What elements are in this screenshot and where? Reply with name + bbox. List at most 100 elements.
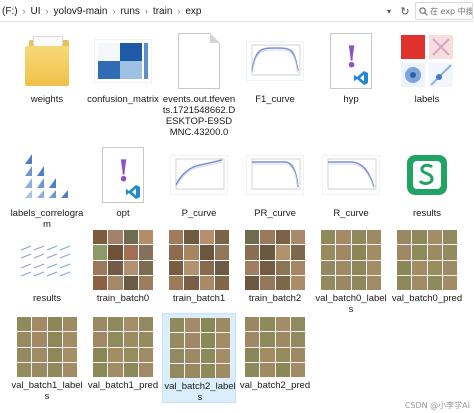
breadcrumb-exp[interactable]: exp [185,6,201,17]
address-bar: (F:) › UI › yolov9-main › runs › train ›… [0,0,474,22]
image-thumbnail [169,230,229,290]
vscode-icon [126,185,140,199]
file-item[interactable]: val_batch2_pred [238,313,312,403]
image-thumbnail [245,145,305,205]
validation-batch-thumbnail [245,317,305,377]
breadcrumb-runs[interactable]: runs [120,6,139,17]
validation-batch-thumbnail [397,230,457,290]
image-thumbnail [93,317,153,377]
validation-batch-thumbnail [170,318,230,378]
breadcrumb-separator: › [112,6,116,16]
breadcrumb-yolov9-main[interactable]: yolov9-main [54,6,108,17]
breadcrumb-train[interactable]: train [153,6,172,17]
yaml-file-icon: ! [93,145,153,205]
file-label: R_curve [333,208,369,219]
image-thumbnail [93,31,153,91]
file-item[interactable]: labels [390,27,464,117]
batch-mosaic-thumbnail [245,230,305,290]
validation-batch-thumbnail [321,230,381,290]
file-label: PR_curve [254,208,296,219]
breadcrumb-separator: › [177,6,181,16]
file-label: labels [414,94,440,105]
breadcrumb-separator: › [45,6,49,16]
file-item[interactable]: train_batch0 [86,226,160,316]
pr-curve-thumbnail [246,155,304,195]
file-label: train_batch0 [96,293,150,304]
file-label: results [33,293,61,304]
correlogram-thumbnail [22,150,72,200]
document-icon [169,31,229,91]
file-label: val_batch1_labels [11,380,83,402]
results-thumbnail [19,240,75,280]
image-thumbnail [169,145,229,205]
vscode-icon [354,71,368,85]
file-item[interactable]: P_curve [162,141,236,231]
file-item[interactable]: train_batch2 [238,226,312,316]
image-thumbnail [17,317,77,377]
file-item[interactable]: confusion_matrix [86,27,160,117]
validation-batch-thumbnail [17,317,77,377]
batch-mosaic-thumbnail [93,230,153,290]
breadcrumb-separator: › [144,6,148,16]
file-label: results [413,208,441,219]
batch-mosaic-thumbnail [169,230,229,290]
file-item-selected[interactable]: val_batch2_labels [162,313,236,403]
image-thumbnail [397,31,457,91]
file-item[interactable]: F1_curve [238,27,312,117]
image-thumbnail [245,230,305,290]
file-label: hyp [343,94,359,105]
file-item[interactable]: ! opt [86,141,160,231]
image-thumbnail [245,317,305,377]
folder-icon [17,31,77,91]
file-label: opt [116,208,130,219]
image-thumbnail [321,230,381,290]
file-label: train_batch1 [172,293,226,304]
file-label: val_batch1_pred [87,380,159,391]
file-label: val_batch0_labels [315,293,387,315]
image-thumbnail [17,230,77,290]
file-item[interactable]: val_batch1_pred [86,313,160,403]
file-item[interactable]: labels_correlogram [10,141,84,231]
search-box[interactable] [415,2,473,20]
breadcrumb-drive[interactable]: (F:) [2,6,18,17]
file-label: val_batch0_pred [391,293,463,304]
file-item[interactable]: results [390,141,464,231]
yaml-file-icon: ! [321,31,381,91]
f1-curve-thumbnail [246,41,304,81]
image-thumbnail [170,318,230,378]
breadcrumb-separator: › [22,6,26,16]
file-label: P_curve [181,208,217,219]
image-thumbnail [245,31,305,91]
file-item[interactable]: PR_curve [238,141,312,231]
spreadsheet-icon [397,145,457,205]
file-label: weights [30,94,64,105]
spreadsheet-app-icon [407,155,447,195]
file-item[interactable]: ! hyp [314,27,388,117]
file-item[interactable]: events.out.tfevents.1721548662.DESKTOP-E… [162,27,236,138]
file-item[interactable]: weights [10,27,84,117]
r-curve-thumbnail [322,155,380,195]
file-item[interactable]: val_batch0_labels [314,226,388,316]
search-icon [419,6,428,16]
search-input[interactable] [430,6,472,16]
watermark: CSDN @小李学AI [404,401,470,410]
file-label: train_batch2 [248,293,302,304]
breadcrumb-ui[interactable]: UI [31,6,41,17]
file-label: F1_curve [255,94,295,105]
file-label: confusion_matrix [87,94,159,105]
file-item[interactable]: R_curve [314,141,388,231]
file-item[interactable]: val_batch0_pred [390,226,464,316]
file-item[interactable]: train_batch1 [162,226,236,316]
image-thumbnail [17,145,77,205]
chevron-down-icon[interactable]: ▾ [383,3,395,19]
file-label: val_batch2_pred [239,380,311,391]
p-curve-thumbnail [170,155,228,195]
image-thumbnail [397,230,457,290]
file-item[interactable]: val_batch1_labels [10,313,84,403]
image-thumbnail [321,145,381,205]
validation-batch-thumbnail [93,317,153,377]
file-label: val_batch2_labels [164,381,236,403]
file-item[interactable]: results [10,226,84,316]
refresh-icon[interactable]: ↻ [398,3,412,19]
image-thumbnail [93,230,153,290]
